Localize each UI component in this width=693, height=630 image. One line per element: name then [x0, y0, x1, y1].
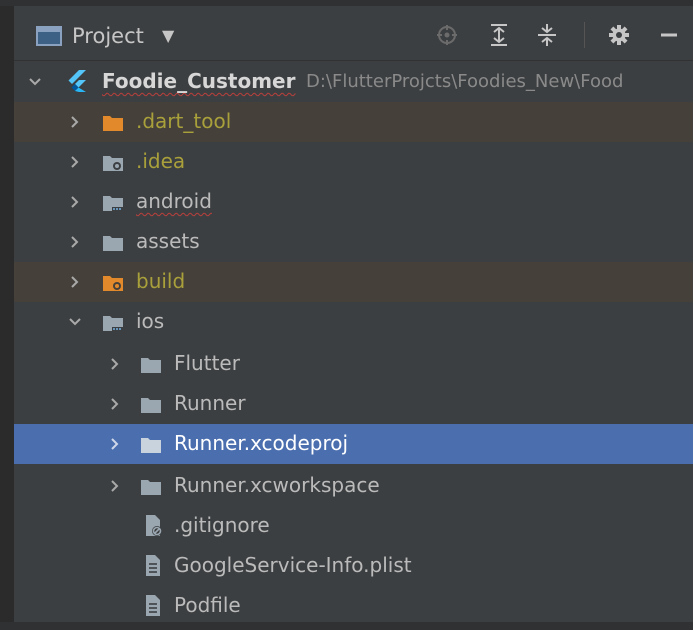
folder-icon: [140, 395, 162, 413]
text-file-icon: [144, 594, 164, 618]
tree-item-label: ios: [136, 309, 165, 333]
chevron-right-icon[interactable]: [68, 192, 82, 212]
chevron-down-icon[interactable]: ▼: [162, 26, 174, 45]
root-project-path: D:\FlutterProjcts\Foodies_New\Food: [306, 71, 624, 92]
tree-item-label: .idea: [136, 149, 186, 173]
folder-icon: [102, 233, 124, 251]
project-window-icon: [36, 26, 62, 46]
chevron-right-icon[interactable]: [68, 152, 82, 172]
flutter-icon: [64, 69, 88, 93]
folder-orange-icon: [102, 113, 124, 131]
chevron-right-icon[interactable]: [108, 434, 122, 454]
tree-row-runner-xcodeproj[interactable]: Runner.xcodeproj: [14, 424, 693, 464]
window-bottom-edge: [0, 622, 693, 630]
tree-row-dart-tool[interactable]: .dart_tool: [14, 102, 693, 142]
tree-item-label: GoogleService-Info.plist: [174, 553, 412, 577]
project-toolbar: Project ▼: [14, 6, 693, 61]
folder-settings-icon: [102, 153, 124, 171]
tree-row-runner[interactable]: Runner: [14, 384, 693, 424]
chevron-right-icon[interactable]: [108, 354, 122, 374]
tree-row-podfile[interactable]: Podfile: [14, 586, 693, 626]
toolbar-separator: [584, 22, 585, 48]
panel-title[interactable]: Project: [72, 24, 144, 48]
folder-module-icon: [102, 193, 124, 211]
folder-module-icon: [102, 313, 124, 331]
folder-icon: [140, 477, 162, 495]
crosshair-icon[interactable]: [432, 20, 462, 50]
tree-item-label: assets: [136, 229, 200, 253]
chevron-right-icon[interactable]: [108, 476, 122, 496]
tree-row-build[interactable]: build: [14, 262, 693, 302]
collapse-all-icon[interactable]: [532, 20, 562, 50]
tree-item-label: Flutter: [174, 351, 240, 375]
text-file-icon: [144, 554, 164, 578]
folder-icon: [140, 355, 162, 373]
tree-item-label: Podfile: [174, 593, 241, 617]
tree-item-label: Runner.xcodeproj: [174, 431, 349, 455]
chevron-down-icon[interactable]: [68, 312, 82, 332]
folder-icon: [140, 435, 162, 453]
tree-row-googleservice-plist[interactable]: GoogleService-Info.plist: [14, 546, 693, 586]
tree-row-runner-xcworkspace[interactable]: Runner.xcworkspace: [14, 466, 693, 506]
tree-item-label: android: [136, 189, 212, 213]
expand-all-icon[interactable]: [484, 20, 514, 50]
tree-row-root[interactable]: Foodie_Customer D:\FlutterProjcts\Foodie…: [14, 62, 693, 102]
tree-row-android[interactable]: android: [14, 182, 693, 222]
tree-row-ios[interactable]: ios: [14, 302, 693, 342]
chevron-right-icon[interactable]: [68, 272, 82, 292]
tree-item-label: build: [136, 269, 186, 293]
chevron-right-icon[interactable]: [68, 112, 82, 132]
tree-row-idea[interactable]: .idea: [14, 142, 693, 182]
window-left-edge: [0, 0, 14, 630]
tree-item-label: Runner: [174, 391, 246, 415]
chevron-down-icon[interactable]: [28, 72, 42, 92]
tree-item-label: Runner.xcworkspace: [174, 473, 380, 497]
ignore-file-icon: [144, 514, 164, 538]
chevron-right-icon[interactable]: [68, 232, 82, 252]
chevron-right-icon[interactable]: [108, 394, 122, 414]
root-project-name: Foodie_Customer: [102, 69, 296, 93]
tree-item-label: .dart_tool: [136, 109, 232, 133]
tree-row-flutter[interactable]: Flutter: [14, 344, 693, 384]
tree-item-label: .gitignore: [174, 513, 270, 537]
tree-row-assets[interactable]: assets: [14, 222, 693, 262]
minimize-icon[interactable]: [654, 20, 684, 50]
folder-excluded-icon: [102, 273, 124, 291]
project-tool-window: Project ▼ Foodie_Customer D:\FlutterProj…: [0, 0, 693, 630]
tree-row-gitignore[interactable]: .gitignore: [14, 506, 693, 546]
gear-icon[interactable]: [604, 20, 634, 50]
